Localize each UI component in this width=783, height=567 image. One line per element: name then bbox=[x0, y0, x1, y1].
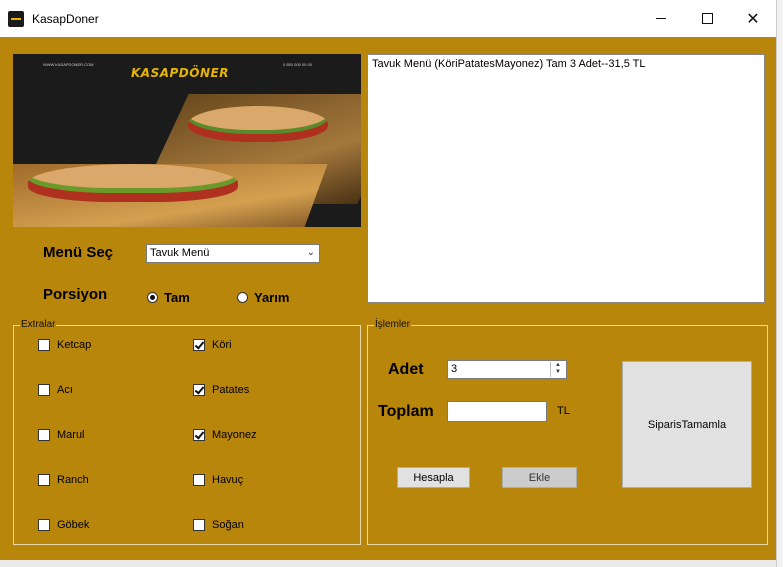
app-icon bbox=[8, 11, 24, 27]
extra-label: Ranch bbox=[57, 474, 89, 486]
quantity-stepper[interactable]: 3 ▲ ▼ bbox=[447, 360, 567, 379]
portion-half-radio[interactable]: Yarım bbox=[237, 290, 289, 305]
order-output-text: Tavuk Menü (KöriPatatesMayonez) Tam 3 Ad… bbox=[372, 58, 646, 70]
extra-checkbox-mayonez[interactable]: Mayonez bbox=[193, 429, 257, 441]
checkbox-checked-icon bbox=[193, 384, 205, 396]
window-title: KasapDoner bbox=[32, 12, 99, 26]
quantity-value: 3 bbox=[451, 363, 458, 375]
menu-select-value: Tavuk Menü bbox=[150, 247, 210, 259]
menu-select-label: Menü Seç bbox=[43, 244, 114, 261]
checkbox-icon bbox=[38, 474, 50, 486]
checkbox-icon bbox=[38, 519, 50, 531]
portion-full-label: Tam bbox=[164, 290, 190, 305]
portion-half-label: Yarım bbox=[254, 290, 290, 305]
minimize-icon bbox=[656, 18, 666, 19]
brand-logo: KASAPDÖNER bbox=[131, 66, 229, 80]
extra-label: Patates bbox=[212, 384, 250, 396]
extra-label: Soğan bbox=[212, 519, 244, 531]
total-field[interactable] bbox=[447, 401, 547, 422]
close-button[interactable]: ✕ bbox=[730, 0, 776, 37]
complete-order-button[interactable]: SiparisTamamla bbox=[622, 361, 752, 488]
extras-group-title: Extralar bbox=[20, 319, 57, 330]
checkbox-icon bbox=[38, 339, 50, 351]
minimize-button[interactable] bbox=[638, 0, 684, 37]
extra-label: Mayonez bbox=[212, 429, 257, 441]
background-window-edge bbox=[776, 0, 783, 567]
checkbox-icon bbox=[193, 519, 205, 531]
extra-label: Havuç bbox=[212, 474, 244, 486]
spinner-arrows-icon[interactable]: ▲ ▼ bbox=[550, 362, 565, 377]
chevron-down-icon: ⌄ bbox=[306, 247, 315, 258]
extra-label: Göbek bbox=[57, 519, 90, 531]
radio-selected-icon bbox=[147, 292, 158, 303]
photo-phone: 0 850 000 00 00 bbox=[283, 62, 312, 67]
maximize-button[interactable] bbox=[684, 0, 730, 37]
extra-label: Acı bbox=[57, 384, 73, 396]
checkbox-icon bbox=[38, 429, 50, 441]
extra-checkbox-aci[interactable]: Acı bbox=[38, 384, 73, 396]
total-label: Toplam bbox=[378, 403, 434, 420]
extra-checkbox-gobek[interactable]: Göbek bbox=[38, 519, 89, 531]
checkbox-icon bbox=[38, 384, 50, 396]
maximize-icon bbox=[701, 13, 713, 24]
portion-full-radio[interactable]: Tam bbox=[147, 290, 190, 305]
extra-label: Köri bbox=[212, 339, 232, 351]
sandwich-image bbox=[188, 106, 328, 142]
currency-label: TL bbox=[557, 405, 570, 417]
extra-checkbox-havuc[interactable]: Havuç bbox=[193, 474, 243, 486]
extra-checkbox-ketcap[interactable]: Ketcap bbox=[38, 339, 91, 351]
background-window-edge bbox=[0, 560, 776, 567]
app-window: KasapDoner ✕ WWW.KASAPDONER.COM KASAPDÖN… bbox=[0, 0, 776, 567]
extra-label: Marul bbox=[57, 429, 85, 441]
photo-website: WWW.KASAPDONER.COM bbox=[43, 62, 94, 67]
extra-checkbox-ranch[interactable]: Ranch bbox=[38, 474, 89, 486]
doner-photo: WWW.KASAPDONER.COM KASAPDÖNER 0 850 000 … bbox=[13, 54, 361, 227]
quantity-label: Adet bbox=[388, 361, 424, 378]
add-button[interactable]: Ekle bbox=[502, 467, 577, 488]
portion-label: Porsiyon bbox=[43, 286, 108, 303]
extra-checkbox-kori[interactable]: Köri bbox=[193, 339, 232, 351]
radio-icon bbox=[237, 292, 248, 303]
extra-checkbox-sogan[interactable]: Soğan bbox=[193, 519, 244, 531]
extra-checkbox-marul[interactable]: Marul bbox=[38, 429, 85, 441]
extra-label: Ketcap bbox=[57, 339, 92, 351]
title-bar: KasapDoner ✕ bbox=[0, 0, 776, 37]
operations-group-title: İşlemler bbox=[374, 319, 412, 330]
close-icon: ✕ bbox=[746, 10, 760, 28]
extra-checkbox-patates[interactable]: Patates bbox=[193, 384, 249, 396]
order-output-textbox[interactable]: Tavuk Menü (KöriPatatesMayonez) Tam 3 Ad… bbox=[367, 54, 765, 303]
menu-select[interactable]: Tavuk Menü ⌄ bbox=[146, 244, 320, 263]
sandwich-image bbox=[28, 164, 238, 202]
checkbox-checked-icon bbox=[193, 429, 205, 441]
checkbox-icon bbox=[193, 474, 205, 486]
checkbox-checked-icon bbox=[193, 339, 205, 351]
calculate-button[interactable]: Hesapla bbox=[397, 467, 470, 488]
